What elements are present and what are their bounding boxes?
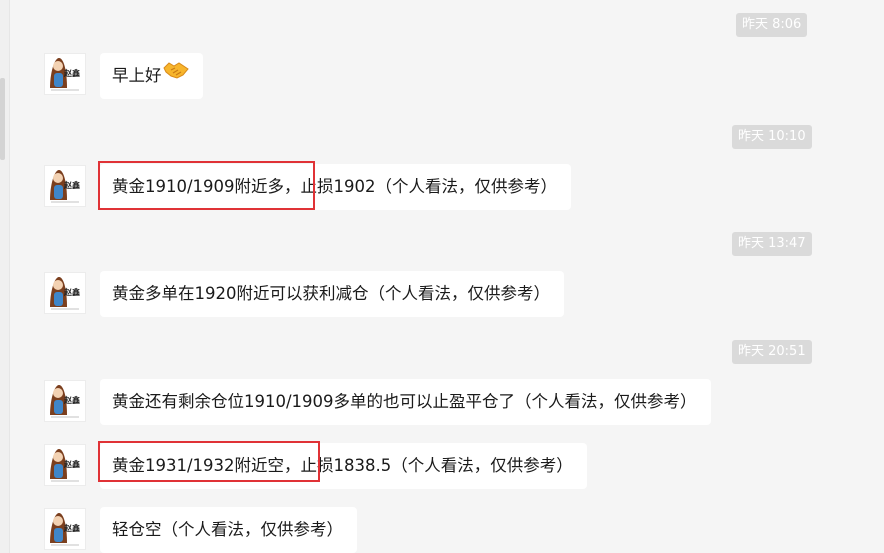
message-text: 黄金还有剩余仓位1910/1909多单的也可以止盈平仓了（个人看法，仅供参考） xyxy=(112,392,697,411)
message-bubble[interactable]: 黄金1910/1909附近多，止损1902（个人看法，仅供参考） xyxy=(100,164,572,210)
message-text-highlighted: 黄金1910/1909附近多， xyxy=(112,177,301,196)
scrollbar-thumb[interactable] xyxy=(0,78,5,160)
timestamp: 昨天 13:47 xyxy=(732,232,812,256)
avatar-label: 赵鑫 xyxy=(63,68,80,78)
avatar-label: 赵鑫 xyxy=(63,459,80,469)
message-bubble[interactable]: 轻仓空（个人看法，仅供参考） xyxy=(100,507,357,553)
message-bubble[interactable]: 黄金还有剩余仓位1910/1909多单的也可以止盈平仓了（个人看法，仅供参考） xyxy=(100,379,711,425)
avatar[interactable]: 赵鑫 xyxy=(44,508,86,550)
message-bubble[interactable]: 早上好 xyxy=(100,53,203,99)
avatar[interactable]: 赵鑫 xyxy=(44,380,86,422)
message-text: 早上好 xyxy=(112,66,162,85)
avatar-label: 赵鑫 xyxy=(63,523,80,533)
avatar-label: 赵鑫 xyxy=(63,180,80,190)
timestamp: 昨天 20:51 xyxy=(732,340,812,364)
timestamp: 昨天 8:06 xyxy=(736,13,808,37)
message-bubble[interactable]: 黄金1931/1932附近空，止损1838.5（个人看法，仅供参考） xyxy=(100,443,587,489)
avatar[interactable]: 赵鑫 xyxy=(44,272,86,314)
chat-message-area[interactable]: 昨天 8:06 赵鑫 早上好 昨天 10:10 赵鑫 黄金1910/1909附近… xyxy=(0,0,884,553)
message-text-highlighted: 黄金1931/1932附近空， xyxy=(112,456,301,475)
message-text: 轻仓空（个人看法，仅供参考） xyxy=(112,520,343,539)
avatar[interactable]: 赵鑫 xyxy=(44,444,86,486)
timestamp: 昨天 10:10 xyxy=(732,125,812,149)
avatar[interactable]: 赵鑫 xyxy=(44,165,86,207)
message-text: 止损1838.5（个人看法，仅供参考） xyxy=(300,456,573,475)
left-panel-edge xyxy=(0,0,10,553)
avatar-label: 赵鑫 xyxy=(63,395,80,405)
avatar-label: 赵鑫 xyxy=(63,287,80,297)
message-text: 黄金多单在1920附近可以获利减仓（个人看法，仅供参考） xyxy=(112,284,550,303)
avatar[interactable]: 赵鑫 xyxy=(44,53,86,95)
message-bubble[interactable]: 黄金多单在1920附近可以获利减仓（个人看法，仅供参考） xyxy=(100,271,564,317)
message-text: 止损1902（个人看法，仅供参考） xyxy=(300,177,558,196)
handshake-emoji-icon xyxy=(162,52,189,98)
